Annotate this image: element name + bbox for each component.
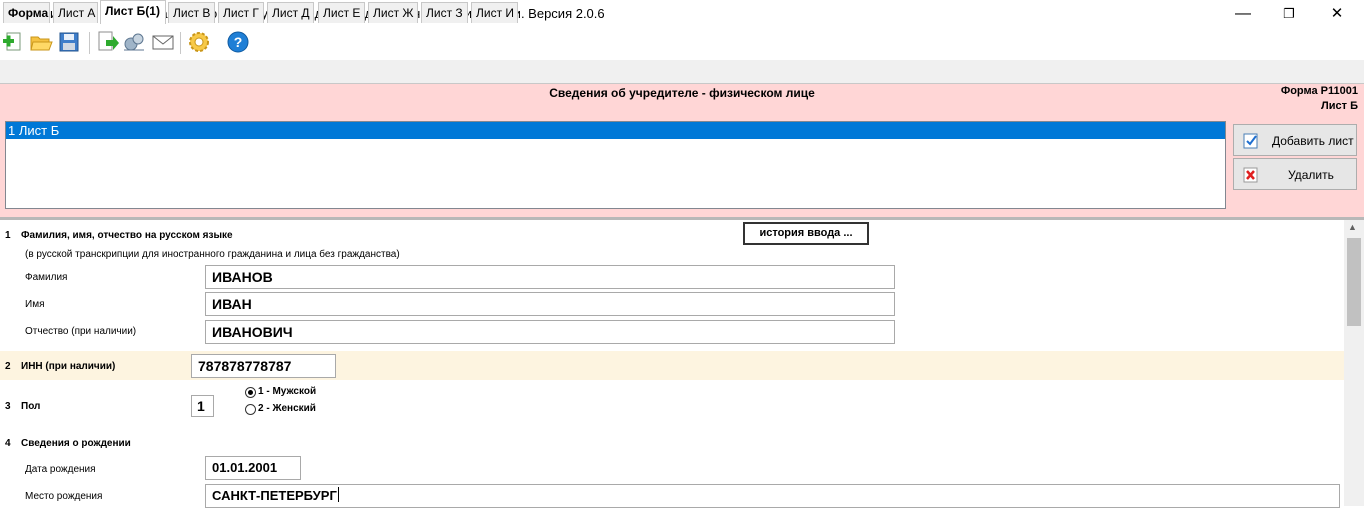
section-title: Сведения об учредителе - физическом лице	[549, 86, 815, 100]
tab-list-zh[interactable]: Лист Ж	[368, 2, 418, 23]
sex-label: Пол	[21, 401, 41, 412]
tab-list-z[interactable]: Лист З	[421, 2, 468, 23]
minimize-button[interactable]: —	[1220, 0, 1266, 28]
settings-icon[interactable]	[187, 30, 211, 54]
section-number: 2	[5, 361, 11, 372]
maximize-button[interactable]: ❐	[1266, 0, 1312, 28]
toolbar-separator	[89, 32, 90, 54]
sex-code-field[interactable]: 1	[191, 395, 214, 417]
tab-list-i[interactable]: Лист И	[471, 2, 518, 23]
open-folder-icon[interactable]	[29, 30, 53, 54]
birth-date-field[interactable]: 01.01.2001	[205, 456, 301, 480]
sex-male-radio[interactable]	[245, 387, 256, 398]
inn-label: ИНН (при наличии)	[21, 361, 116, 372]
add-sheet-label: Добавить лист	[1272, 134, 1354, 148]
tab-list-a[interactable]: Лист А	[53, 2, 98, 23]
send-icon[interactable]	[122, 30, 146, 54]
save-icon[interactable]	[57, 30, 81, 54]
section-number: 3	[5, 401, 11, 412]
transcription-note: (в русской транскрипции для иностранного…	[25, 249, 400, 260]
tab-list-e[interactable]: Лист Е	[318, 2, 365, 23]
section-number: 1	[5, 230, 11, 241]
export-icon[interactable]	[96, 30, 120, 54]
delete-sheet-label: Удалить	[1288, 168, 1334, 182]
toolbar-separator	[180, 32, 181, 54]
sex-male-label[interactable]: 1 - Мужской	[258, 386, 316, 397]
tab-list-v[interactable]: Лист В	[168, 2, 215, 23]
tab-list-b[interactable]: Лист Б(1)	[100, 0, 166, 24]
tab-list-g[interactable]: Лист Г	[218, 2, 264, 23]
birth-date-label: Дата рождения	[25, 464, 96, 475]
tab-list-d[interactable]: Лист Д	[267, 2, 314, 23]
new-document-icon[interactable]	[2, 30, 26, 54]
section-number: 4	[5, 438, 11, 449]
add-sheet-icon	[1243, 133, 1259, 149]
patronymic-field[interactable]: ИВАНОВИЧ	[205, 320, 895, 344]
svg-text:?: ?	[234, 34, 243, 50]
mail-icon[interactable]	[151, 30, 175, 54]
birth-place-field[interactable]: САНКТ-ПЕТЕРБУРГ	[205, 484, 1340, 508]
delete-sheet-button[interactable]: Удалить	[1233, 158, 1357, 190]
birth-section-title: Сведения о рождении	[21, 438, 131, 449]
name-field[interactable]: ИВАН	[205, 292, 895, 316]
section-title-fio: Фамилия, имя, отчество на русском языке	[21, 230, 233, 241]
inn-field[interactable]: 787878778787	[191, 354, 336, 378]
delete-icon	[1243, 167, 1259, 183]
scrollbar-thumb[interactable]	[1347, 238, 1361, 326]
name-label: Имя	[25, 299, 45, 310]
text-cursor	[337, 487, 339, 502]
sheet-label: Лист Б	[1321, 100, 1358, 112]
tab-bar	[0, 60, 1364, 84]
sex-female-label[interactable]: 2 - Женский	[258, 403, 316, 414]
birth-place-value: САНКТ-ПЕТЕРБУРГ	[212, 488, 337, 503]
birth-place-label: Место рождения	[25, 491, 103, 502]
sheets-list-item[interactable]: 1 Лист Б	[6, 122, 1225, 139]
tab-forma[interactable]: Форма	[3, 2, 50, 23]
scroll-up-icon[interactable]: ▲	[1348, 222, 1357, 232]
add-sheet-button[interactable]: Добавить лист	[1233, 124, 1357, 156]
form-code: Форма Р11001 Лист Б	[1281, 84, 1358, 114]
help-icon[interactable]: ?	[226, 30, 250, 54]
close-button[interactable]: ✕	[1314, 0, 1360, 28]
patronymic-label: Отчество (при наличии)	[25, 326, 137, 337]
surname-field[interactable]: ИВАНОВ	[205, 265, 895, 289]
history-button[interactable]: история ввода ...	[743, 222, 869, 245]
form-code-label: Форма Р11001	[1280, 85, 1358, 97]
surname-label: Фамилия	[25, 272, 68, 283]
sex-female-radio[interactable]	[245, 404, 256, 415]
